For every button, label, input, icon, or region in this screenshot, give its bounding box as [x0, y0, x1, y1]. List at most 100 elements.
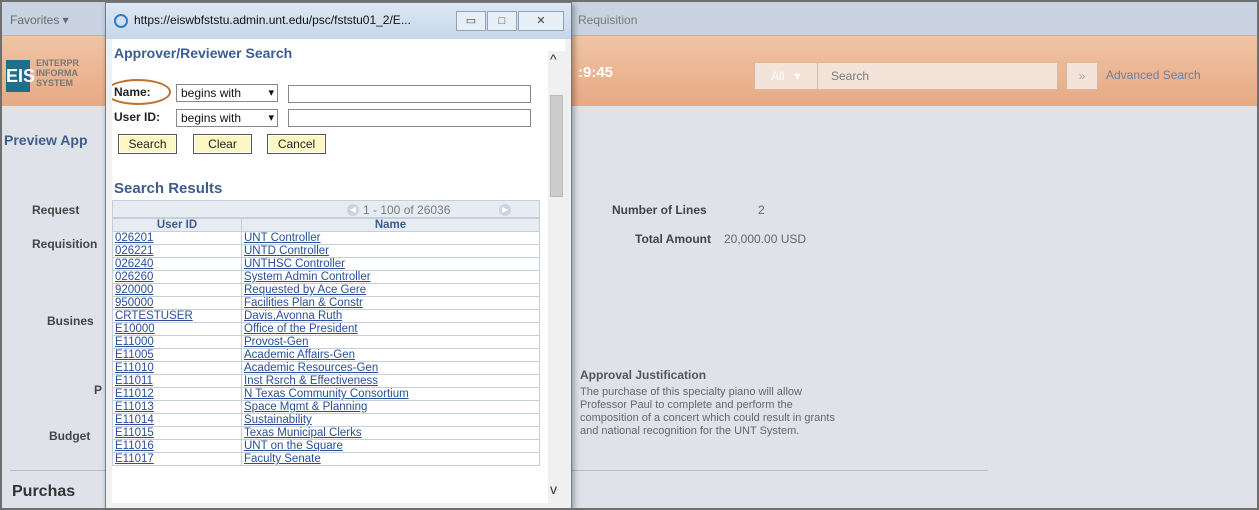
- table-row: E11017 Faculty Senate: [112, 452, 540, 466]
- name-cell: Facilities Plan & Constr: [241, 296, 540, 310]
- approval-justification-title: Approval Justification: [580, 368, 707, 382]
- userid-link[interactable]: E11012: [115, 388, 154, 400]
- name-input[interactable]: [288, 85, 531, 103]
- name-cell: Texas Municipal Clerks: [241, 426, 540, 440]
- scroll-down-icon[interactable]: v: [550, 481, 557, 497]
- search-button[interactable]: Search: [118, 134, 177, 154]
- table-row: E11013 Space Mgmt & Planning: [112, 400, 540, 414]
- purchase-heading: Purchas: [12, 483, 76, 500]
- minimize-icon[interactable]: ▭: [456, 11, 486, 31]
- results-title: Search Results: [114, 180, 223, 197]
- name-link[interactable]: Davis,Avonna Ruth: [244, 310, 342, 322]
- name-link[interactable]: UNT on the Square: [244, 440, 343, 452]
- previous-page-icon[interactable]: ◀: [347, 204, 359, 216]
- name-cell: Space Mgmt & Planning: [241, 400, 540, 414]
- name-link[interactable]: UNTHSC Controller: [244, 258, 345, 270]
- name-cell: UNT Controller: [241, 231, 540, 245]
- userid-link[interactable]: 026240: [115, 258, 153, 270]
- popup-body: Approver/Reviewer Search Name: begins wi…: [112, 39, 565, 503]
- table-row: 026260 System Admin Controller: [112, 270, 540, 284]
- header-time: :9:45: [578, 64, 614, 81]
- userid-link[interactable]: E11005: [115, 349, 154, 361]
- name-link[interactable]: Requested by Ace Gere: [244, 284, 366, 296]
- name-link[interactable]: Provost-Gen: [244, 336, 309, 348]
- eis-logo: EIS: [6, 60, 35, 92]
- userid-column-header[interactable]: User ID: [112, 218, 242, 232]
- search-go-button[interactable]: »: [1066, 62, 1098, 90]
- search-input[interactable]: Search: [831, 69, 869, 83]
- userid-link[interactable]: E11014: [115, 414, 154, 426]
- maximize-icon[interactable]: □: [487, 11, 517, 31]
- name-link[interactable]: Inst Rsrch & Effectiveness: [244, 375, 378, 387]
- name-link[interactable]: Texas Municipal Clerks: [244, 427, 362, 439]
- approver-search-popup: https://eiswbfststu.admin.unt.edu/psc/fs…: [105, 2, 572, 508]
- userid-cell: 920000: [112, 283, 242, 297]
- clear-button[interactable]: Clear: [193, 134, 252, 154]
- breadcrumb-requisition[interactable]: Requisition: [578, 13, 637, 27]
- scrollbar-thumb[interactable]: [550, 95, 563, 197]
- global-search[interactable]: All ▾ Search: [754, 62, 1058, 90]
- userid-link[interactable]: E11016: [115, 440, 154, 452]
- browser-icon: [114, 14, 128, 28]
- name-link[interactable]: UNT Controller: [244, 232, 320, 244]
- userid-link[interactable]: E11017: [115, 453, 154, 465]
- table-row: 950000 Facilities Plan & Constr: [112, 296, 540, 310]
- popup-titlebar[interactable]: https://eiswbfststu.admin.unt.edu/psc/fs…: [106, 3, 571, 39]
- name-link[interactable]: N Texas Community Consortium: [244, 388, 409, 400]
- userid-cell: E11015: [112, 426, 242, 440]
- userid-link[interactable]: CRTESTUSER: [115, 310, 193, 322]
- userid-cell: E11011: [112, 374, 242, 388]
- name-link[interactable]: Faculty Senate: [244, 453, 321, 465]
- userid-link[interactable]: E11013: [115, 401, 154, 413]
- name-cell: Office of the President: [241, 322, 540, 336]
- table-row: 026201 UNT Controller: [112, 231, 540, 245]
- userid-link[interactable]: E11010: [115, 362, 154, 374]
- name-link[interactable]: Space Mgmt & Planning: [244, 401, 367, 413]
- userid-link[interactable]: 950000: [115, 297, 153, 309]
- approval-justification-text: The purchase of this specialty piano wil…: [580, 386, 835, 437]
- cancel-button[interactable]: Cancel: [267, 134, 326, 154]
- budget-label: Budget: [49, 429, 91, 443]
- scroll-up-icon[interactable]: ^: [550, 51, 557, 67]
- advanced-search-link[interactable]: Advanced Search: [1106, 68, 1201, 82]
- userid-link[interactable]: 026260: [115, 271, 153, 283]
- name-operator-select[interactable]: begins with ▾: [176, 84, 278, 102]
- userid-link[interactable]: E11000: [115, 336, 154, 348]
- name-cell: Faculty Senate: [241, 452, 540, 466]
- name-link[interactable]: Academic Resources-Gen: [244, 362, 378, 374]
- close-icon[interactable]: ✕: [518, 11, 564, 31]
- name-link[interactable]: Sustainability: [244, 414, 312, 426]
- page-title: Preview App: [4, 132, 88, 148]
- userid-cell: E11013: [112, 400, 242, 414]
- table-row: E10000 Office of the President: [112, 322, 540, 336]
- userid-cell: CRTESTUSER: [112, 309, 242, 323]
- name-link[interactable]: Office of the President: [244, 323, 358, 335]
- userid-link[interactable]: 026201: [115, 232, 153, 244]
- userid-operator-select[interactable]: begins with ▾: [176, 109, 278, 127]
- table-row: CRTESTUSER Davis,Avonna Ruth: [112, 309, 540, 323]
- table-row: 026240 UNTHSC Controller: [112, 257, 540, 271]
- name-column-header[interactable]: Name: [241, 218, 540, 232]
- userid-input[interactable]: [288, 109, 531, 127]
- userid-cell: E11014: [112, 413, 242, 427]
- name-link[interactable]: System Admin Controller: [244, 271, 371, 283]
- next-page-icon[interactable]: ▶: [499, 204, 511, 216]
- search-scope-select[interactable]: All ▾: [771, 69, 800, 83]
- name-link[interactable]: UNTD Controller: [244, 245, 329, 257]
- userid-label: User ID:: [114, 110, 161, 124]
- name-cell: Academic Resources-Gen: [241, 361, 540, 375]
- name-link[interactable]: Academic Affairs-Gen: [244, 349, 355, 361]
- userid-link[interactable]: E11015: [115, 427, 154, 439]
- popup-scrollbar[interactable]: ^ v: [548, 51, 565, 503]
- browser-page: Favorites ▾ Requisition EIS ENTERPR INFO…: [0, 0, 1259, 510]
- table-header-row: User ID Name: [112, 218, 540, 232]
- userid-link[interactable]: E11011: [115, 375, 153, 387]
- name-cell: Requested by Ace Gere: [241, 283, 540, 297]
- favorites-menu[interactable]: Favorites ▾: [10, 13, 69, 27]
- name-link[interactable]: Facilities Plan & Constr: [244, 297, 363, 309]
- userid-link[interactable]: 920000: [115, 284, 153, 296]
- search-divider: [817, 63, 818, 89]
- results-table-body: 026201 UNT Controller 026221 UNTD Controlle…: [112, 231, 540, 466]
- userid-link[interactable]: E10000: [115, 323, 155, 335]
- userid-link[interactable]: 026221: [115, 245, 153, 257]
